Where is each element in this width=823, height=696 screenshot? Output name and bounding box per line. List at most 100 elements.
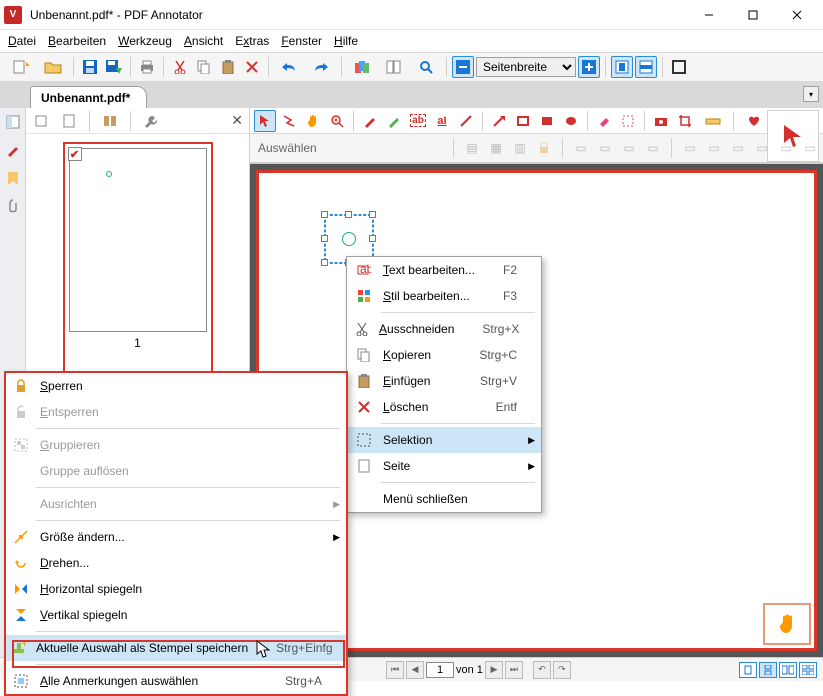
ctx-cut[interactable]: AusschneidenStrg+X bbox=[347, 316, 541, 342]
group-b-icon[interactable]: ▭ bbox=[596, 139, 614, 157]
lasso-tool-icon[interactable] bbox=[278, 110, 300, 132]
panel-thumbnails-icon[interactable] bbox=[3, 112, 23, 132]
page-next-button[interactable]: ▶ bbox=[485, 661, 503, 679]
sidepanel-page-button[interactable] bbox=[54, 110, 84, 132]
group-a-icon[interactable]: ▭ bbox=[572, 139, 590, 157]
tabstrip-menu-button[interactable]: ▾ bbox=[803, 86, 819, 102]
line-tool-icon[interactable] bbox=[455, 110, 477, 132]
ctx-selection[interactable]: Selektion▶ bbox=[347, 427, 541, 453]
ctx-copy[interactable]: KopierenStrg+C bbox=[347, 342, 541, 368]
dist-e-icon[interactable]: ▭ bbox=[777, 139, 795, 157]
panel-bookmarks-icon[interactable] bbox=[3, 168, 23, 188]
paste-button[interactable] bbox=[217, 56, 239, 78]
view-continuous-button[interactable] bbox=[759, 662, 777, 678]
align-left-icon[interactable]: ▤ bbox=[463, 139, 481, 157]
eraser-tool-icon[interactable] bbox=[593, 110, 615, 132]
sub-resize[interactable]: Größe ändern...▶ bbox=[6, 524, 346, 550]
sidepanel-tools-button[interactable] bbox=[136, 110, 166, 132]
close-button[interactable] bbox=[775, 1, 819, 29]
align-center-icon[interactable]: ▦ bbox=[487, 139, 505, 157]
cut-button[interactable] bbox=[169, 56, 191, 78]
ctx-close-menu[interactable]: Menü schließen bbox=[347, 486, 541, 512]
page-input[interactable] bbox=[426, 662, 454, 678]
arrow-tool-icon[interactable] bbox=[488, 110, 510, 132]
zoom-out-button[interactable] bbox=[452, 56, 474, 78]
sidepanel-view-button[interactable] bbox=[95, 110, 125, 132]
favorite-tool-icon[interactable] bbox=[739, 110, 769, 132]
menu-view[interactable]: Ansicht bbox=[184, 34, 223, 48]
page-first-button[interactable]: ⏮ bbox=[386, 661, 404, 679]
sub-lock[interactable]: Sperren bbox=[6, 373, 346, 399]
panel-pen-icon[interactable] bbox=[3, 140, 23, 160]
menu-tool[interactable]: Werkzeug bbox=[118, 34, 172, 48]
undo-button[interactable] bbox=[274, 56, 304, 78]
sidepanel-select-button[interactable] bbox=[30, 110, 52, 132]
minimize-button[interactable] bbox=[687, 1, 731, 29]
open-button[interactable] bbox=[38, 56, 68, 78]
zoom-mode-select[interactable]: Seitenbreite bbox=[476, 57, 576, 77]
delete-button[interactable] bbox=[241, 56, 263, 78]
underline-tool-icon[interactable]: aI bbox=[431, 110, 453, 132]
fit-page-button[interactable] bbox=[611, 56, 633, 78]
view-two-page-button[interactable] bbox=[779, 662, 797, 678]
marker-tool-icon[interactable] bbox=[383, 110, 405, 132]
nav-fwd-button[interactable]: ↷ bbox=[553, 661, 571, 679]
page-last-button[interactable]: ⏭ bbox=[505, 661, 523, 679]
lock-icon[interactable] bbox=[535, 139, 553, 157]
stamp-group-button[interactable] bbox=[347, 56, 377, 78]
sub-flipv[interactable]: Vertikal spiegeln bbox=[6, 602, 346, 628]
ellipse-tool-icon[interactable] bbox=[560, 110, 582, 132]
hand-mode-button[interactable] bbox=[763, 603, 811, 645]
menu-file[interactable]: Datei bbox=[8, 34, 36, 48]
maximize-button[interactable] bbox=[731, 1, 775, 29]
sub-rotate[interactable]: Drehen... bbox=[6, 550, 346, 576]
view-two-cont-button[interactable] bbox=[799, 662, 817, 678]
new-button[interactable] bbox=[6, 56, 36, 78]
rect-fill-tool-icon[interactable] bbox=[536, 110, 558, 132]
sub-save-as-stamp[interactable]: + Aktuelle Auswahl als Stempel speichern… bbox=[6, 635, 346, 661]
search-button[interactable] bbox=[411, 56, 441, 78]
dist-a-icon[interactable]: ▭ bbox=[681, 139, 699, 157]
menu-extras[interactable]: Extras bbox=[235, 34, 269, 48]
menu-window[interactable]: Fenster bbox=[281, 34, 322, 48]
sidepanel-close-icon[interactable]: ✕ bbox=[231, 112, 243, 129]
ctx-page[interactable]: Seite▶ bbox=[347, 453, 541, 479]
zoom-in-button[interactable] bbox=[578, 56, 600, 78]
group-d-icon[interactable]: ▭ bbox=[644, 139, 662, 157]
snapshot-tool-icon[interactable] bbox=[650, 110, 672, 132]
dist-d-icon[interactable]: ▭ bbox=[753, 139, 771, 157]
annotations-button[interactable] bbox=[379, 56, 409, 78]
text-tool-icon[interactable]: ab bbox=[407, 110, 429, 132]
thumbnail-checkbox-icon[interactable]: ✔ bbox=[68, 147, 82, 161]
nav-back-button[interactable]: ↶ bbox=[533, 661, 551, 679]
ctx-delete[interactable]: LöschenEntf bbox=[347, 394, 541, 420]
copy-button[interactable] bbox=[193, 56, 215, 78]
print-button[interactable] bbox=[136, 56, 158, 78]
ctx-edit-text[interactable]: ab Text bearbeiten...F2 bbox=[347, 257, 541, 283]
fullscreen-button[interactable] bbox=[668, 56, 690, 78]
save-as-button[interactable] bbox=[103, 56, 125, 78]
ctx-edit-style[interactable]: Stil bearbeiten...F3 bbox=[347, 283, 541, 309]
page-prev-button[interactable]: ◀ bbox=[406, 661, 424, 679]
view-single-button[interactable] bbox=[739, 662, 757, 678]
select-tool-icon[interactable] bbox=[254, 110, 276, 132]
dist-f-icon[interactable]: ▭ bbox=[801, 139, 819, 157]
zoom-tool-icon[interactable] bbox=[326, 110, 348, 132]
sub-fliph[interactable]: Horizontal spiegeln bbox=[6, 576, 346, 602]
sub-select-all[interactable]: Alle Anmerkungen auswählenStrg+A bbox=[6, 668, 346, 694]
align-right-icon[interactable]: ▥ bbox=[511, 139, 529, 157]
document-tab[interactable]: Unbenannt.pdf* bbox=[30, 86, 147, 108]
measure-tool-icon[interactable] bbox=[698, 110, 728, 132]
save-button[interactable] bbox=[79, 56, 101, 78]
crop-tool-icon[interactable] bbox=[674, 110, 696, 132]
panel-attachments-icon[interactable] bbox=[3, 196, 23, 216]
eraser-area-icon[interactable] bbox=[617, 110, 639, 132]
fit-width-button[interactable] bbox=[635, 56, 657, 78]
pan-tool-icon[interactable] bbox=[302, 110, 324, 132]
redo-button[interactable] bbox=[306, 56, 336, 78]
group-c-icon[interactable]: ▭ bbox=[620, 139, 638, 157]
rect-tool-icon[interactable] bbox=[512, 110, 534, 132]
menu-help[interactable]: Hilfe bbox=[334, 34, 358, 48]
menu-edit[interactable]: Bearbeiten bbox=[48, 34, 106, 48]
dist-b-icon[interactable]: ▭ bbox=[705, 139, 723, 157]
